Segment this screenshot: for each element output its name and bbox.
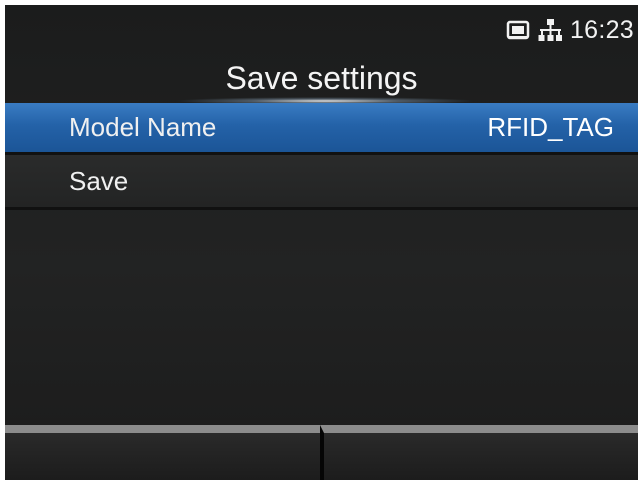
menu-item-model-name[interactable]: Model Name RFID_TAG	[5, 103, 638, 155]
softkey-right[interactable]	[319, 425, 638, 480]
settings-menu: Model Name RFID_TAG Save	[5, 103, 638, 210]
menu-item-label: Model Name	[69, 112, 217, 142]
status-bar: 16:23	[506, 5, 638, 55]
network-icon	[538, 18, 562, 42]
page-title: Save settings	[225, 60, 418, 96]
softkey-left[interactable]	[5, 425, 320, 480]
clock: 16:23	[569, 15, 634, 44]
menu-item-value: RFID_TAG	[487, 112, 614, 142]
page-header: Save settings	[5, 53, 638, 105]
softkey-bar	[5, 425, 638, 480]
menu-item-save[interactable]: Save	[5, 155, 638, 210]
printer-display: 16:23 Save settings Model Name RFID_TAG …	[5, 5, 638, 480]
sd-card-icon	[506, 19, 530, 41]
menu-item-label: Save	[69, 165, 129, 196]
